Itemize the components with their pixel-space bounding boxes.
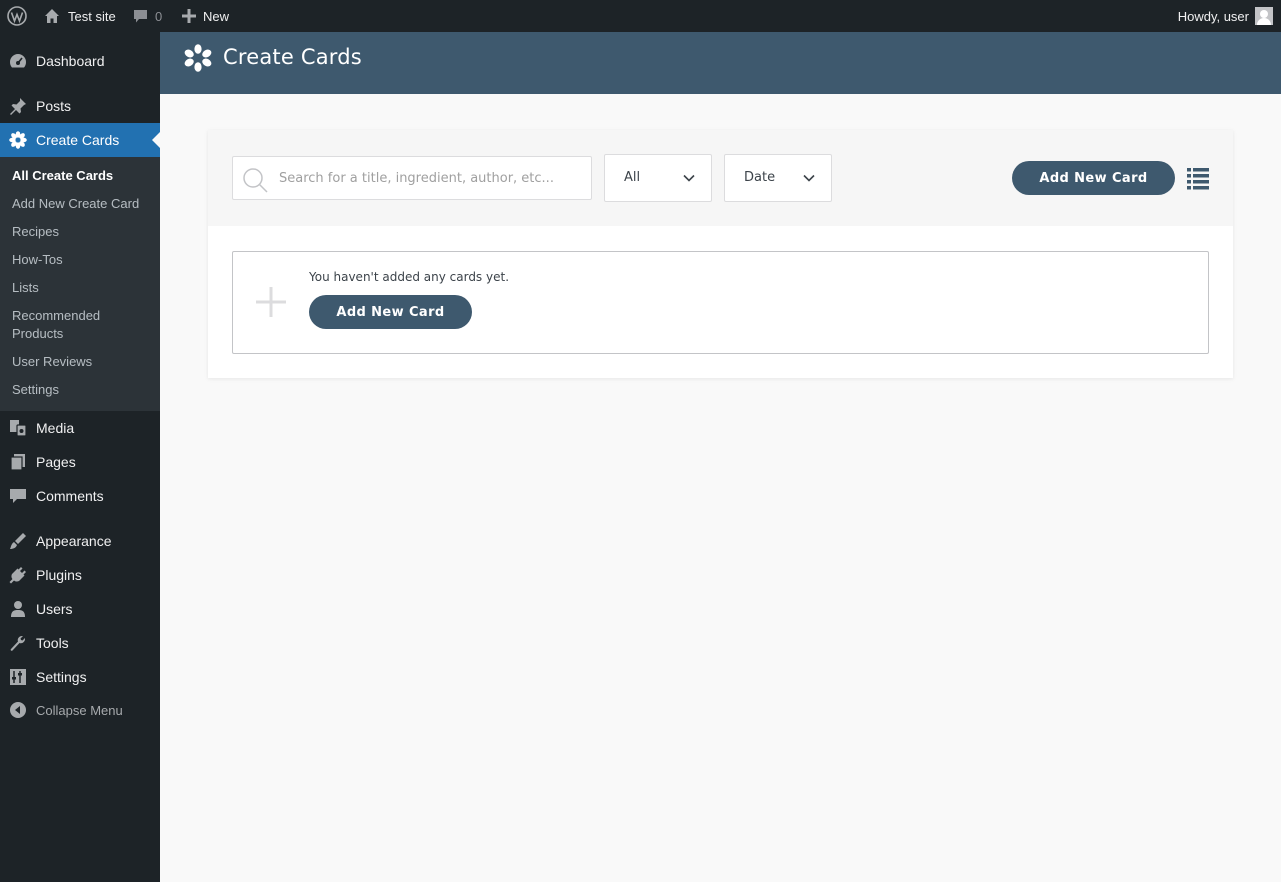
page-title: Create Cards [223,45,362,69]
avatar [1255,7,1273,25]
submenu-all-create-cards[interactable]: All Create Cards [12,167,152,185]
chevron-down-icon [683,174,695,182]
site-name-link[interactable]: Test site [44,0,116,32]
cards-toolbar: All Date Add New Card [208,130,1233,226]
add-new-card-button[interactable]: Add New Card [309,295,472,329]
menu-label: Comments [36,488,104,504]
menu-label: Appearance [36,533,112,549]
plus-icon [182,9,196,23]
search-box [232,156,592,200]
menu-label: Pages [36,454,76,470]
submenu-lists[interactable]: Lists [12,279,152,297]
menu-item-plugins[interactable]: Plugins [0,558,160,592]
comments-link[interactable]: 0 [133,0,162,32]
menu-item-media[interactable]: Media [0,411,160,445]
submenu-settings[interactable]: Settings [12,381,152,399]
menu-item-tools[interactable]: Tools [0,626,160,660]
media-icon [10,420,27,437]
collapse-arrow-icon [10,702,26,718]
sliders-icon [10,669,26,685]
dashboard-icon [9,54,27,68]
cards-panel: All Date Add New Card You haven't added … [208,130,1233,378]
pin-icon [10,98,26,115]
menu-label: Users [36,601,73,617]
submenu-recipes[interactable]: Recipes [12,223,152,241]
menu-item-comments[interactable]: Comments [0,479,160,513]
type-filter-select[interactable]: All [604,154,712,202]
wrench-icon [10,636,25,651]
collapse-menu-button[interactable]: Collapse Menu [0,693,160,727]
submenu-user-reviews[interactable]: User Reviews [12,353,152,371]
comments-count: 0 [155,8,163,24]
greeting: Howdy, user [1177,8,1249,24]
page-header: Create Cards [160,32,1281,94]
home-icon [45,9,59,23]
menu-item-create-cards[interactable]: Create Cards [0,123,160,157]
new-content-link[interactable]: New [182,0,229,32]
menu-item-dashboard[interactable]: Dashboard [0,44,160,78]
site-name: Test site [68,8,116,24]
sort-filter-select[interactable]: Date [724,154,832,202]
menu-item-posts[interactable]: Posts [0,89,160,123]
list-view-icon[interactable] [1186,166,1210,190]
create-cards-submenu: All Create Cards Add New Create Card Rec… [0,157,160,411]
menu-label: Plugins [36,567,82,583]
flower-icon [9,131,27,149]
user-icon [11,601,25,617]
menu-label: Dashboard [36,53,105,69]
wordpress-logo-icon[interactable] [7,0,27,32]
pages-icon [10,454,25,471]
collapse-label: Collapse Menu [36,702,123,718]
menu-item-appearance[interactable]: Appearance [0,524,160,558]
search-input[interactable] [279,157,579,199]
chevron-down-icon [803,174,815,182]
admin-sidebar: Dashboard Posts Create Cards All Create … [0,32,160,882]
comment-icon [10,489,26,503]
create-logo-icon [184,44,212,72]
sort-filter-value: Date [744,170,776,185]
submenu-recommended-products[interactable]: Recommended Products [12,307,122,343]
submenu-how-tos[interactable]: How-Tos [12,251,152,269]
submenu-add-new-create-card[interactable]: Add New Create Card [12,195,152,213]
new-label: New [203,8,230,24]
menu-item-settings[interactable]: Settings [0,660,160,694]
add-new-card-button[interactable]: Add New Card [1012,161,1175,195]
menu-label: Media [36,420,75,436]
plus-icon [256,287,286,317]
brush-icon [10,533,26,549]
empty-state: You haven't added any cards yet. Add New… [232,251,1209,354]
account-menu[interactable]: Howdy, user [1178,0,1273,32]
comment-icon [134,9,147,22]
search-icon [243,168,268,193]
menu-item-pages[interactable]: Pages [0,445,160,479]
empty-message: You haven't added any cards yet. [309,270,510,284]
menu-label: Posts [36,98,72,114]
type-filter-value: All [624,170,641,185]
menu-label: Create Cards [36,132,120,148]
admin-bar: Test site 0 New Howdy, user [0,0,1281,32]
menu-item-users[interactable]: Users [0,592,160,626]
menu-label: Tools [36,635,69,651]
menu-label: Settings [36,669,87,685]
plug-icon [9,567,26,584]
